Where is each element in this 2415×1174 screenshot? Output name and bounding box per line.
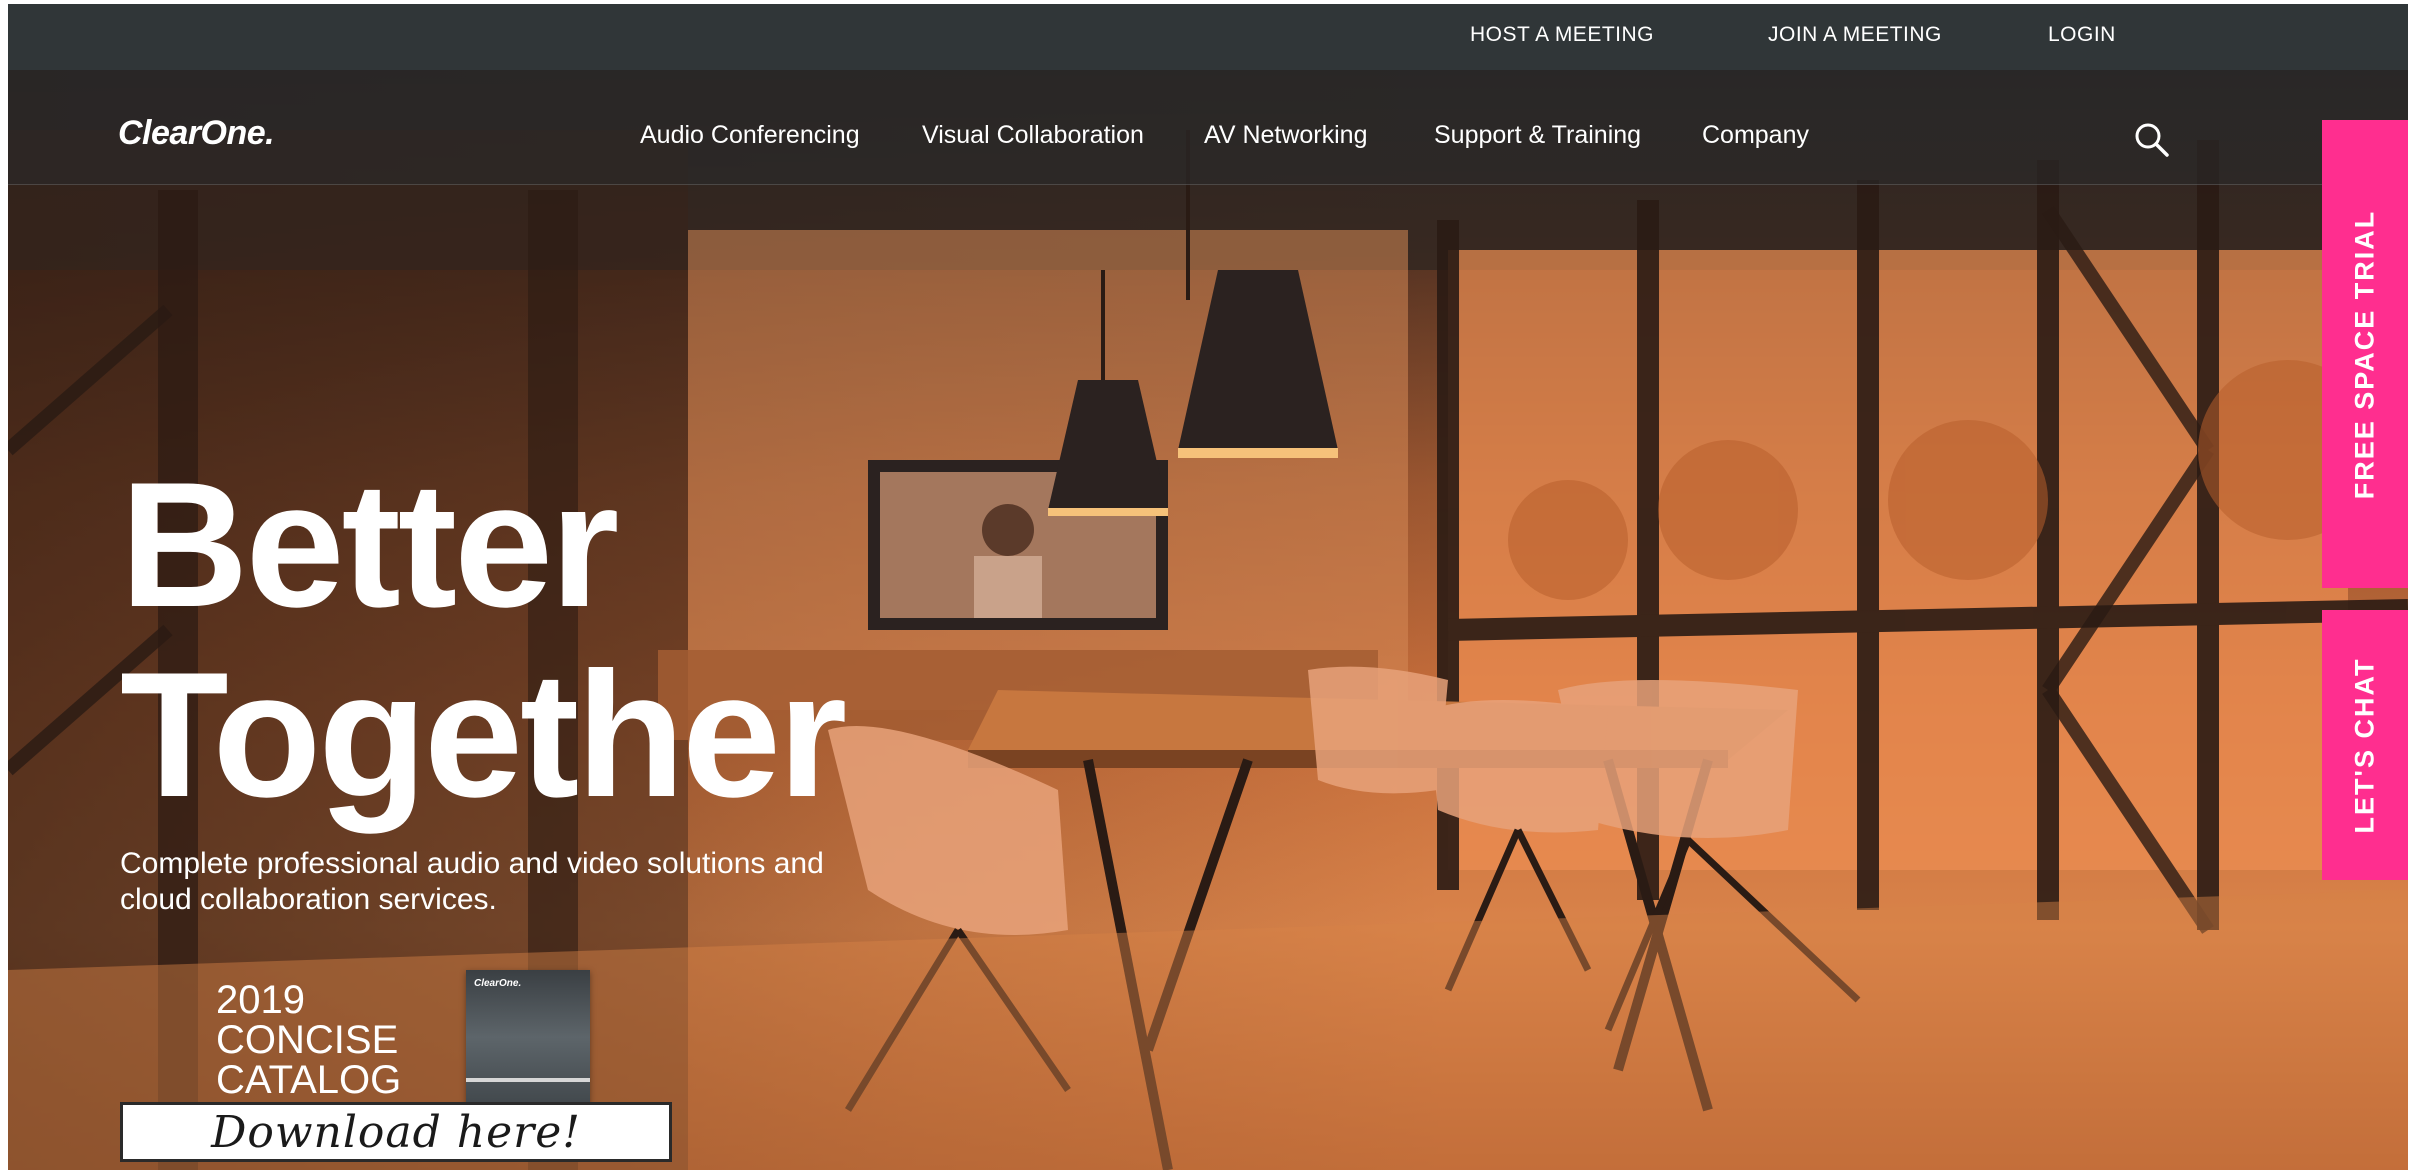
hero-headline-line2: Together — [120, 635, 847, 834]
catalog-cover-logo: ClearOne. — [474, 978, 522, 989]
nav-audio-conferencing[interactable]: Audio Conferencing — [640, 120, 860, 150]
page-frame: Better Together Complete professional au… — [8, 4, 2408, 1170]
main-nav: ClearOne. Audio Conferencing Visual Coll… — [8, 70, 2408, 185]
host-meeting-link[interactable]: HOST A MEETING — [1470, 22, 1654, 48]
catalog-title-line2: CATALOG — [216, 1058, 402, 1102]
catalog-cover-image[interactable]: ClearOne. — [466, 970, 590, 1120]
catalog-cover-band — [466, 1078, 590, 1082]
nav-company[interactable]: Company — [1702, 120, 1809, 150]
lets-chat-tab[interactable]: LET'S CHAT — [2322, 610, 2408, 880]
catalog-title-line1: CONCISE — [216, 1018, 399, 1062]
nav-av-networking[interactable]: AV Networking — [1204, 120, 1368, 150]
clearone-logo[interactable]: ClearOne. — [118, 114, 275, 153]
hero-section: Better Together Complete professional au… — [8, 70, 2408, 1170]
hero-subtitle-line1: Complete professional audio and video so… — [120, 847, 824, 880]
download-catalog-button[interactable]: Download here! — [120, 1102, 672, 1162]
hero-headline-line1: Better — [120, 445, 619, 644]
login-link[interactable]: LOGIN — [2048, 22, 2116, 48]
nav-support-training[interactable]: Support & Training — [1434, 120, 1641, 150]
catalog-year: 2019 — [216, 978, 305, 1022]
hero-subtitle-line2: cloud collaboration services. — [120, 883, 497, 916]
search-icon[interactable] — [2132, 120, 2172, 160]
lets-chat-label: LET'S CHAT — [2349, 657, 2380, 833]
join-meeting-link[interactable]: JOIN A MEETING — [1768, 22, 1942, 48]
free-space-trial-tab[interactable]: FREE SPACE TRIAL — [2322, 120, 2408, 588]
utility-bar: HOST A MEETING JOIN A MEETING LOGIN — [8, 4, 2408, 70]
free-space-trial-label: FREE SPACE TRIAL — [2349, 209, 2380, 499]
nav-visual-collaboration[interactable]: Visual Collaboration — [922, 120, 1144, 150]
